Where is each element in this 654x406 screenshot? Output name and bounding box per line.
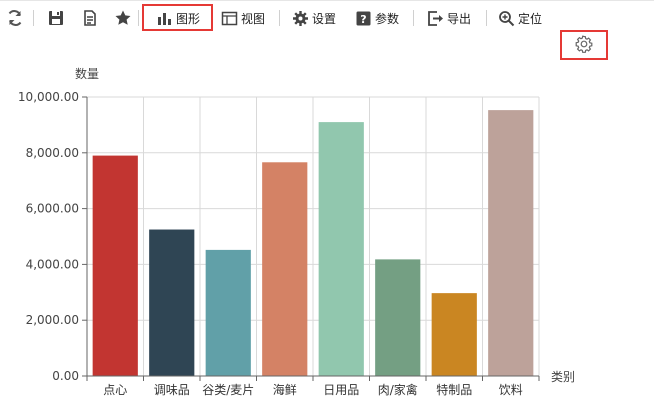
save-icon[interactable] [47, 9, 65, 27]
x-tick-label: 调味品 [154, 383, 190, 397]
toolbar-separator [138, 10, 139, 26]
bar[interactable] [431, 293, 477, 376]
y-tick-label: 2,000.00 [26, 313, 79, 327]
x-tick-label: 日用品 [323, 383, 359, 397]
toolbar: 图形 视图 设置 ? 参数 导出 定位 [0, 0, 654, 34]
star-icon[interactable] [114, 9, 132, 27]
chart-button-highlight [142, 4, 213, 31]
question-icon: ? [356, 11, 371, 26]
export-button[interactable]: 导出 [427, 7, 471, 29]
bar[interactable] [318, 122, 364, 376]
toolbar-separator [33, 10, 34, 26]
bar[interactable] [92, 155, 138, 376]
toolbar-separator [486, 10, 487, 26]
bar[interactable] [262, 162, 308, 376]
y-tick-label: 0.00 [52, 369, 79, 383]
x-tick-label: 特制品 [436, 382, 472, 397]
table-view-label: 视图 [241, 11, 266, 26]
locate-label: 定位 [518, 11, 543, 26]
toolbar-separator [279, 10, 280, 26]
x-tick-label: 谷类/麦片 [202, 383, 254, 397]
bar[interactable] [205, 249, 251, 376]
x-tick-label: 饮料 [499, 383, 523, 397]
table-view-button[interactable]: 视图 [221, 7, 265, 29]
x-tick-label: 点心 [103, 383, 127, 397]
settings-button[interactable]: 设置 [292, 7, 336, 29]
document-copy-icon[interactable] [81, 9, 99, 27]
zoom-search-icon [499, 10, 515, 26]
y-axis-title: 数量 [75, 66, 99, 81]
x-tick-label: 海鲜 [273, 382, 297, 397]
y-tick-label: 4,000.00 [26, 257, 79, 271]
y-tick-label: 10,000.00 [18, 90, 79, 104]
bar-chart: 0.00 2,000.00 4,000.00 6,000.00 8,000.00 10,0… [18, 66, 575, 397]
y-tick-label: 8,000.00 [26, 146, 79, 160]
x-axis-title: 类别 [551, 370, 575, 384]
toolbar-separator [413, 10, 414, 26]
gear-icon [293, 10, 308, 26]
y-tick-label: 6,000.00 [26, 202, 79, 216]
export-icon [428, 10, 443, 26]
svg-text:?: ? [360, 13, 366, 26]
table-icon [221, 11, 238, 25]
params-button[interactable]: ? 参数 [355, 7, 399, 29]
bar[interactable] [149, 229, 195, 376]
params-label: 参数 [375, 11, 400, 26]
bar[interactable] [375, 259, 421, 376]
refresh-icon[interactable] [6, 9, 24, 27]
locate-button[interactable]: 定位 [498, 7, 542, 29]
chart-settings-button[interactable] [574, 34, 594, 54]
gear-icon [575, 35, 593, 53]
x-tick-label: 肉/家禽 [378, 382, 418, 397]
bar[interactable] [488, 110, 534, 376]
export-label: 导出 [447, 11, 472, 26]
settings-label: 设置 [312, 11, 337, 26]
